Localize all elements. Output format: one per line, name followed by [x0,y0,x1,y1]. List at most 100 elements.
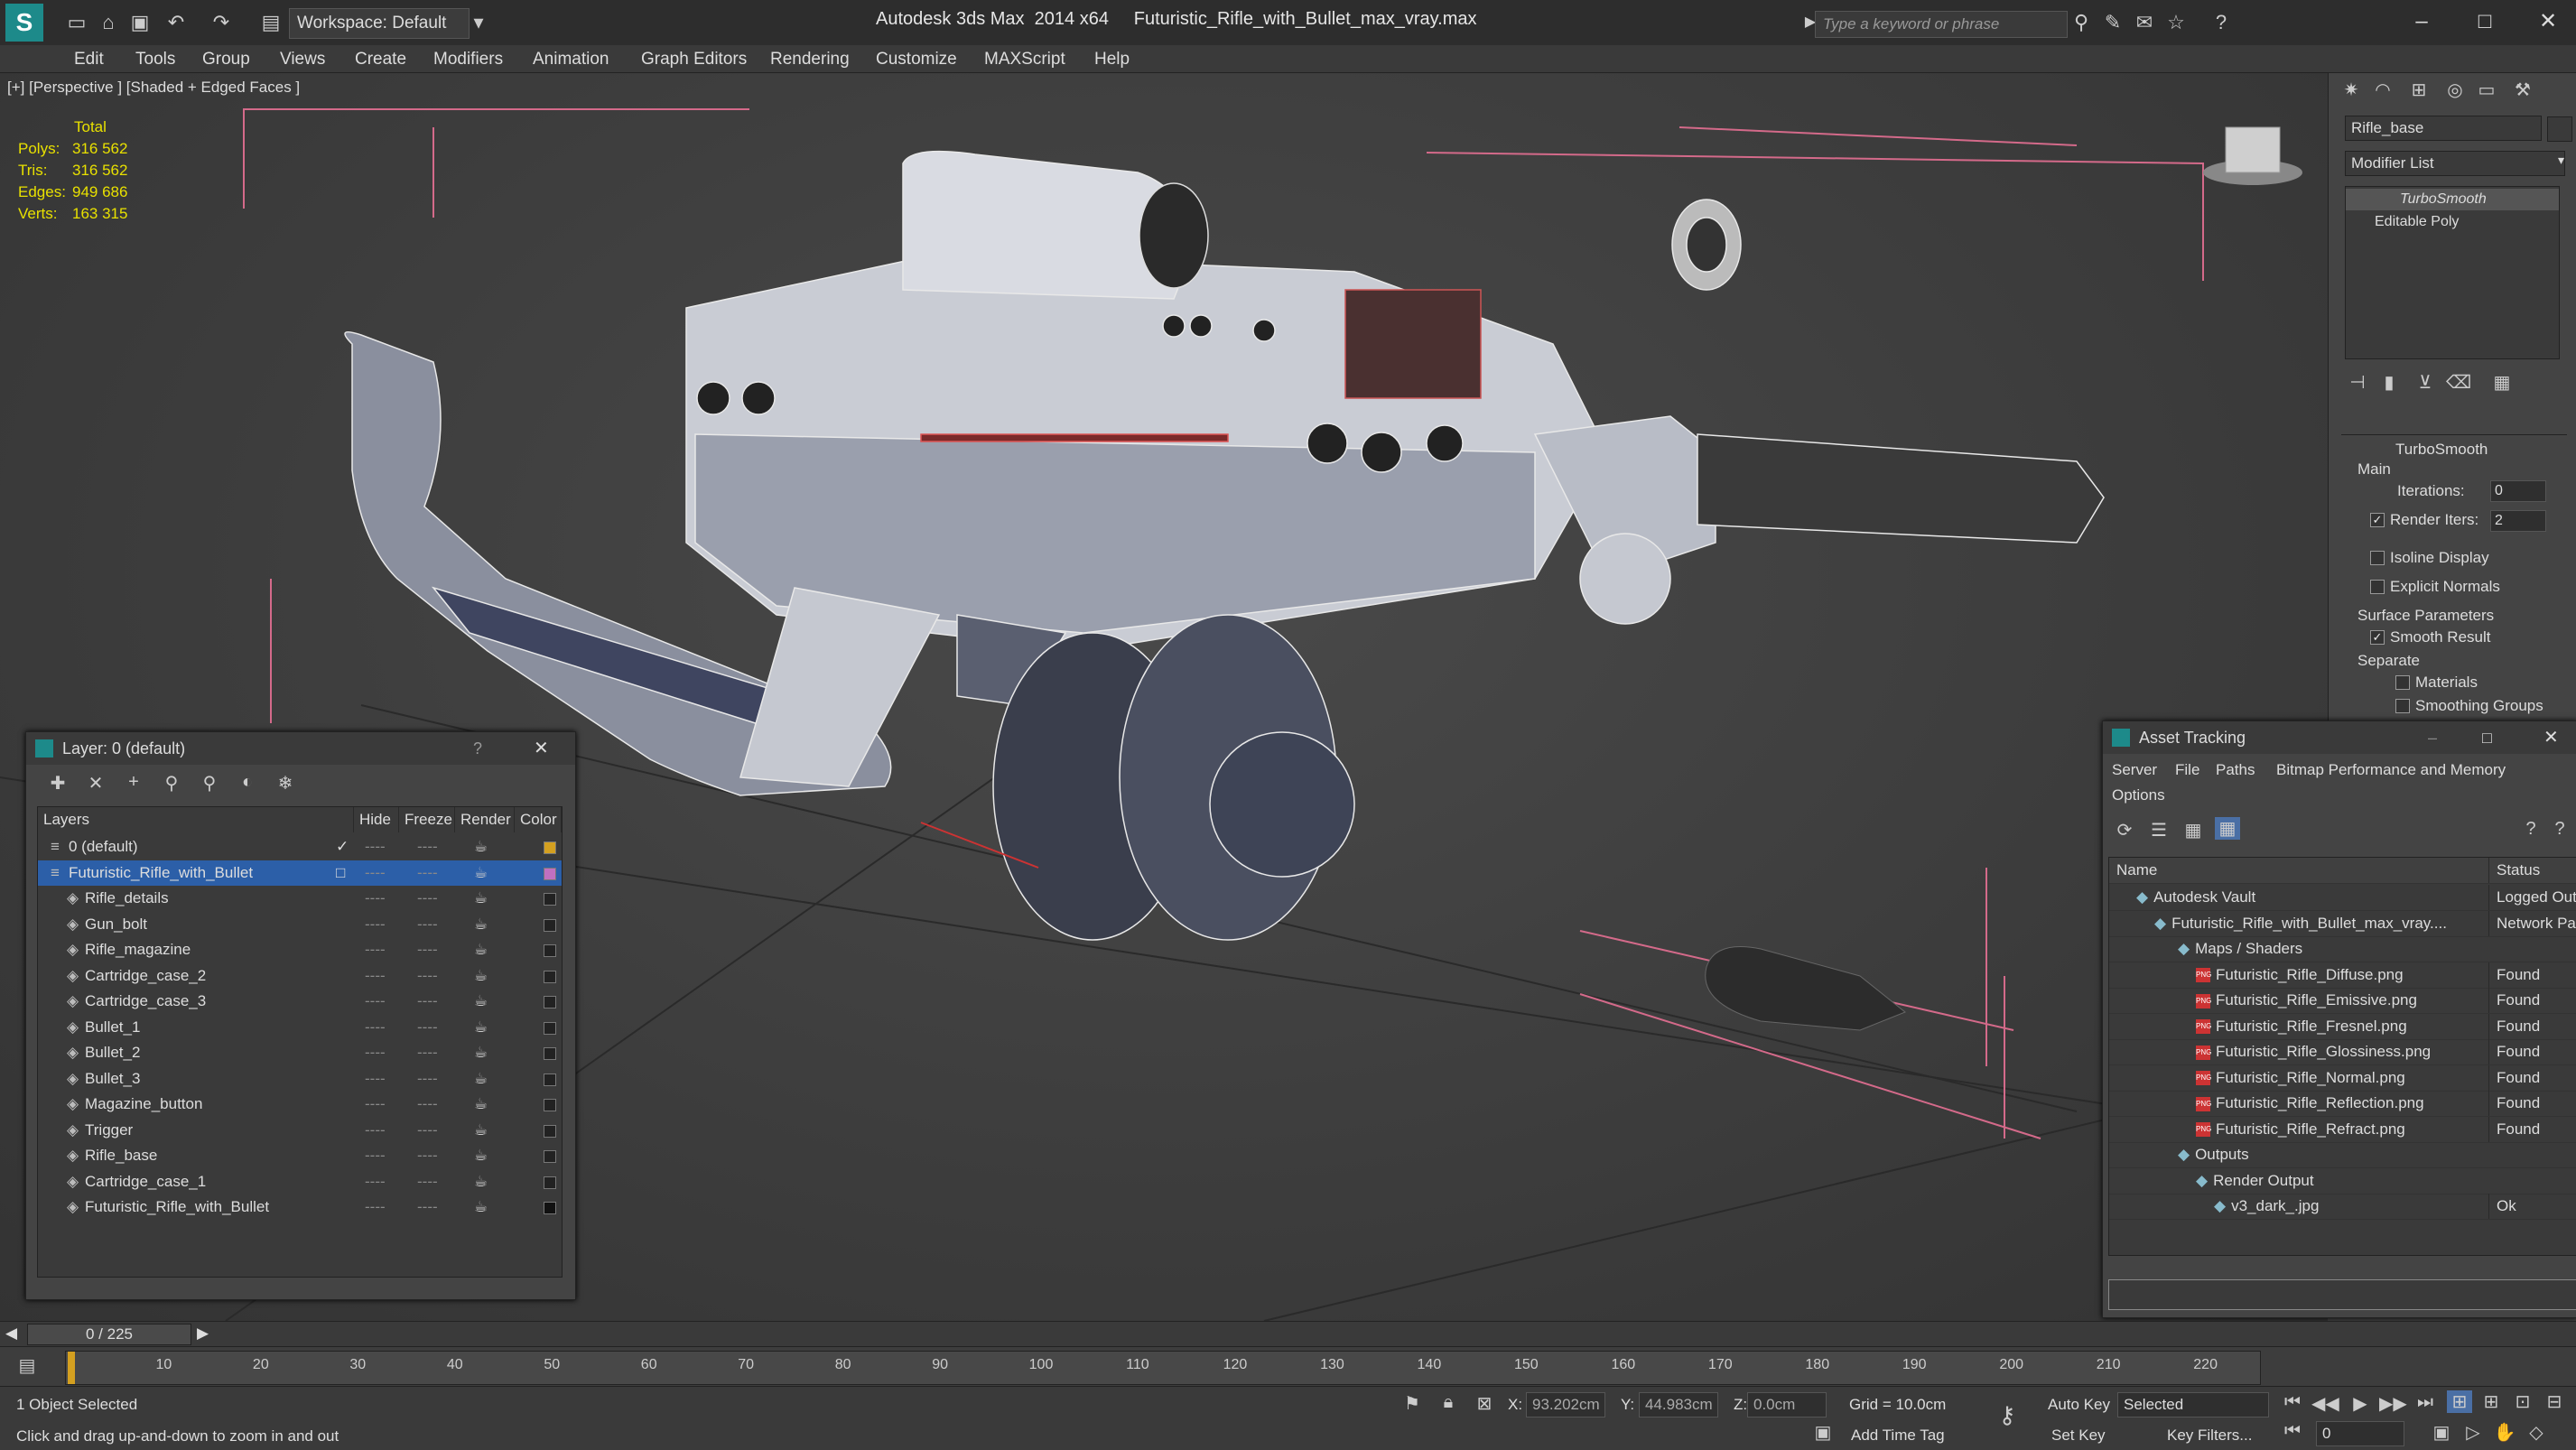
col-render[interactable]: Render [455,807,515,832]
new-file-icon[interactable]: ▭ [63,9,90,36]
layer-freeze-toggle[interactable]: ---- [417,963,438,989]
layer-hide-toggle[interactable]: ---- [365,989,386,1014]
menu-create[interactable]: Create [355,50,406,70]
render-teapot-icon[interactable]: ☕︎ [474,1118,488,1143]
trackbar-ruler[interactable]: 10 20 30 40 50 60 70 80 90 100 110 120 130 140 150 160 1… [65,1351,2261,1385]
render-teapot-icon[interactable]: ☕︎ [474,1040,488,1065]
freeze-all-icon[interactable]: ❄ [272,772,299,795]
communication-icon[interactable]: ✉ [2131,9,2158,36]
asset-row[interactable]: ◆ v3_dark_.jpg Ok [2109,1194,2576,1220]
asset-name-cell[interactable]: PNG Futuristic_Rifle_Glossiness.png [2196,1039,2431,1064]
save-file-icon[interactable]: ▣ [126,9,153,36]
highlight-layer-icon[interactable]: ⚲ [196,772,223,795]
render-iters-checkbox[interactable]: ✓ [2370,513,2385,527]
asset-row[interactable]: ◆ Outputs [2109,1142,2576,1168]
layer-freeze-toggle[interactable]: ---- [417,989,438,1014]
add-time-tag[interactable]: Add Time Tag [1851,1427,1945,1445]
layer-row[interactable]: ◈ Magazine_button ---- ---- ☕︎ [38,1092,562,1117]
layer-color-swatch[interactable] [544,1202,556,1214]
modify-tab-icon[interactable]: ◠ [2369,79,2396,101]
layer-freeze-toggle[interactable]: ---- [417,937,438,962]
menu-tools[interactable]: Tools [135,50,175,70]
asset-name-cell[interactable]: ◆ Outputs [2178,1142,2249,1167]
render-teapot-icon[interactable]: ☕︎ [474,1194,488,1220]
search-input[interactable]: Type a keyword or phrase [1815,11,2068,38]
app-logo-icon[interactable]: S [5,4,43,42]
render-teapot-icon[interactable]: ☕︎ [474,1169,488,1194]
menu-edit[interactable]: Edit [74,50,104,70]
tools-icon[interactable]: ✎ [2099,9,2126,36]
layer-name[interactable]: Bullet_3 [85,1066,140,1092]
asset-row[interactable]: PNG Futuristic_Rifle_Refract.png Found [2109,1116,2576,1143]
modifier-list-dropdown[interactable]: Modifier List [2345,151,2565,176]
explicit-normals-checkbox[interactable] [2370,580,2385,594]
add-to-layer-icon[interactable]: + [120,772,147,793]
render-teapot-icon[interactable]: ☕︎ [474,1092,488,1117]
curve-editor-icon[interactable]: ▤ [14,1354,40,1377]
col-layers[interactable]: Layers [38,807,354,832]
layer-hide-toggle[interactable]: ---- [365,1194,386,1220]
pin-stack-icon[interactable]: ⊣ [2347,371,2368,394]
asset-menu-bitmap[interactable]: Bitmap Performance and Memory [2276,761,2506,779]
asset-row[interactable]: ◆ Maps / Shaders [2109,936,2576,962]
layer-color-swatch[interactable] [544,1047,556,1060]
layer-name[interactable]: Gun_bolt [85,912,147,937]
asset-row[interactable]: ◆ Futuristic_Rifle_with_Bullet_max_vray..… [2109,910,2576,937]
layer-color-swatch[interactable] [544,1150,556,1163]
asset-row[interactable]: PNG Futuristic_Rifle_Emissive.png Found [2109,988,2576,1014]
layer-name[interactable]: Cartridge_case_3 [85,989,206,1014]
object-color-swatch[interactable] [2547,116,2572,142]
layer-name[interactable]: Trigger [85,1118,133,1143]
menu-maxscript[interactable]: MAXScript [984,50,1065,70]
asset-row[interactable]: PNG Futuristic_Rifle_Reflection.png Found [2109,1091,2576,1117]
zoom-extents-icon[interactable]: ⊡ [2510,1390,2535,1413]
layer-color-swatch[interactable] [544,1021,556,1035]
asset-name-cell[interactable]: PNG Futuristic_Rifle_Emissive.png [2196,988,2417,1013]
layer-row[interactable]: ≡ Futuristic_Rifle_with_Bullet ---- ---- ☕︎ □ [38,860,562,886]
remove-modifier-icon[interactable]: ⌫ [2446,371,2471,394]
menu-views[interactable]: Views [280,50,325,70]
asset-row[interactable]: PNG Futuristic_Rifle_Fresnel.png Found [2109,1013,2576,1040]
layer-name[interactable]: Rifle_details [85,886,169,911]
key-mode-dropdown[interactable]: Selected [2117,1392,2269,1417]
layer-name[interactable]: Cartridge_case_2 [85,963,206,989]
pan-icon[interactable]: ✋ [2492,1421,2517,1444]
time-slider[interactable]: ◀ 0 / 225 ▶ [0,1321,2576,1347]
hierarchy-tab-icon[interactable]: ⊞ [2405,79,2432,101]
layer-color-swatch[interactable] [544,944,556,957]
layer-hide-toggle[interactable]: ---- [365,1066,386,1092]
asset-name-cell[interactable]: PNG Futuristic_Rifle_Refract.png [2196,1117,2405,1142]
previous-key-icon[interactable]: ◀◀ [2311,1392,2339,1415]
undo-icon[interactable]: ↶ [163,9,190,36]
render-teapot-icon[interactable]: ☕︎ [474,886,488,911]
prev-frame-icon[interactable]: ◀ [5,1325,17,1343]
open-file-icon[interactable]: ⌂ [95,9,122,36]
layer-name[interactable]: Rifle_magazine [85,937,191,962]
asset-name-cell[interactable]: PNG Futuristic_Rifle_Diffuse.png [2196,962,2404,988]
trackbar[interactable]: ▤ 10 20 30 40 50 60 70 80 90 100 110 120 130 140 150 16… [0,1346,2576,1387]
stack-item-turbosmooth[interactable]: TurboSmooth [2346,189,2559,210]
set-key-button[interactable]: Set Key [2051,1427,2106,1445]
layer-hide-toggle[interactable]: ---- [365,1169,386,1194]
layer-name[interactable]: Magazine_button [85,1092,202,1117]
layer-hide-toggle[interactable]: ---- [365,963,386,989]
iterations-spinner[interactable]: 0 [2490,480,2546,502]
layer-hide-toggle[interactable]: ---- [365,834,386,860]
layer-color-swatch[interactable] [544,1176,556,1189]
chevron-down-icon[interactable]: ▾ [465,9,492,36]
layer-name[interactable]: Bullet_2 [85,1040,140,1065]
layer-hide-toggle[interactable]: ---- [365,912,386,937]
menu-help[interactable]: Help [1094,50,1130,70]
layer-row[interactable]: ◈ Futuristic_Rifle_with_Bullet ---- ---- ☕︎ [38,1194,562,1220]
layer-freeze-toggle[interactable]: ---- [417,1194,438,1220]
asset-window-header[interactable]: Asset Tracking – □ ✕ [2103,721,2576,754]
maximize-icon[interactable]: □ [2482,721,2492,754]
layer-row[interactable]: ◈ Gun_bolt ---- ---- ☕︎ [38,912,562,937]
layer-hide-toggle[interactable]: ---- [365,937,386,962]
configure-modifier-icon[interactable]: ▦ [2491,371,2513,394]
layer-hide-toggle[interactable]: ---- [365,1040,386,1065]
help-icon[interactable]: ? [2208,9,2235,36]
layer-freeze-toggle[interactable]: ---- [417,1118,438,1143]
layer-color-swatch[interactable] [544,841,556,854]
layer-color-swatch[interactable] [544,1073,556,1086]
